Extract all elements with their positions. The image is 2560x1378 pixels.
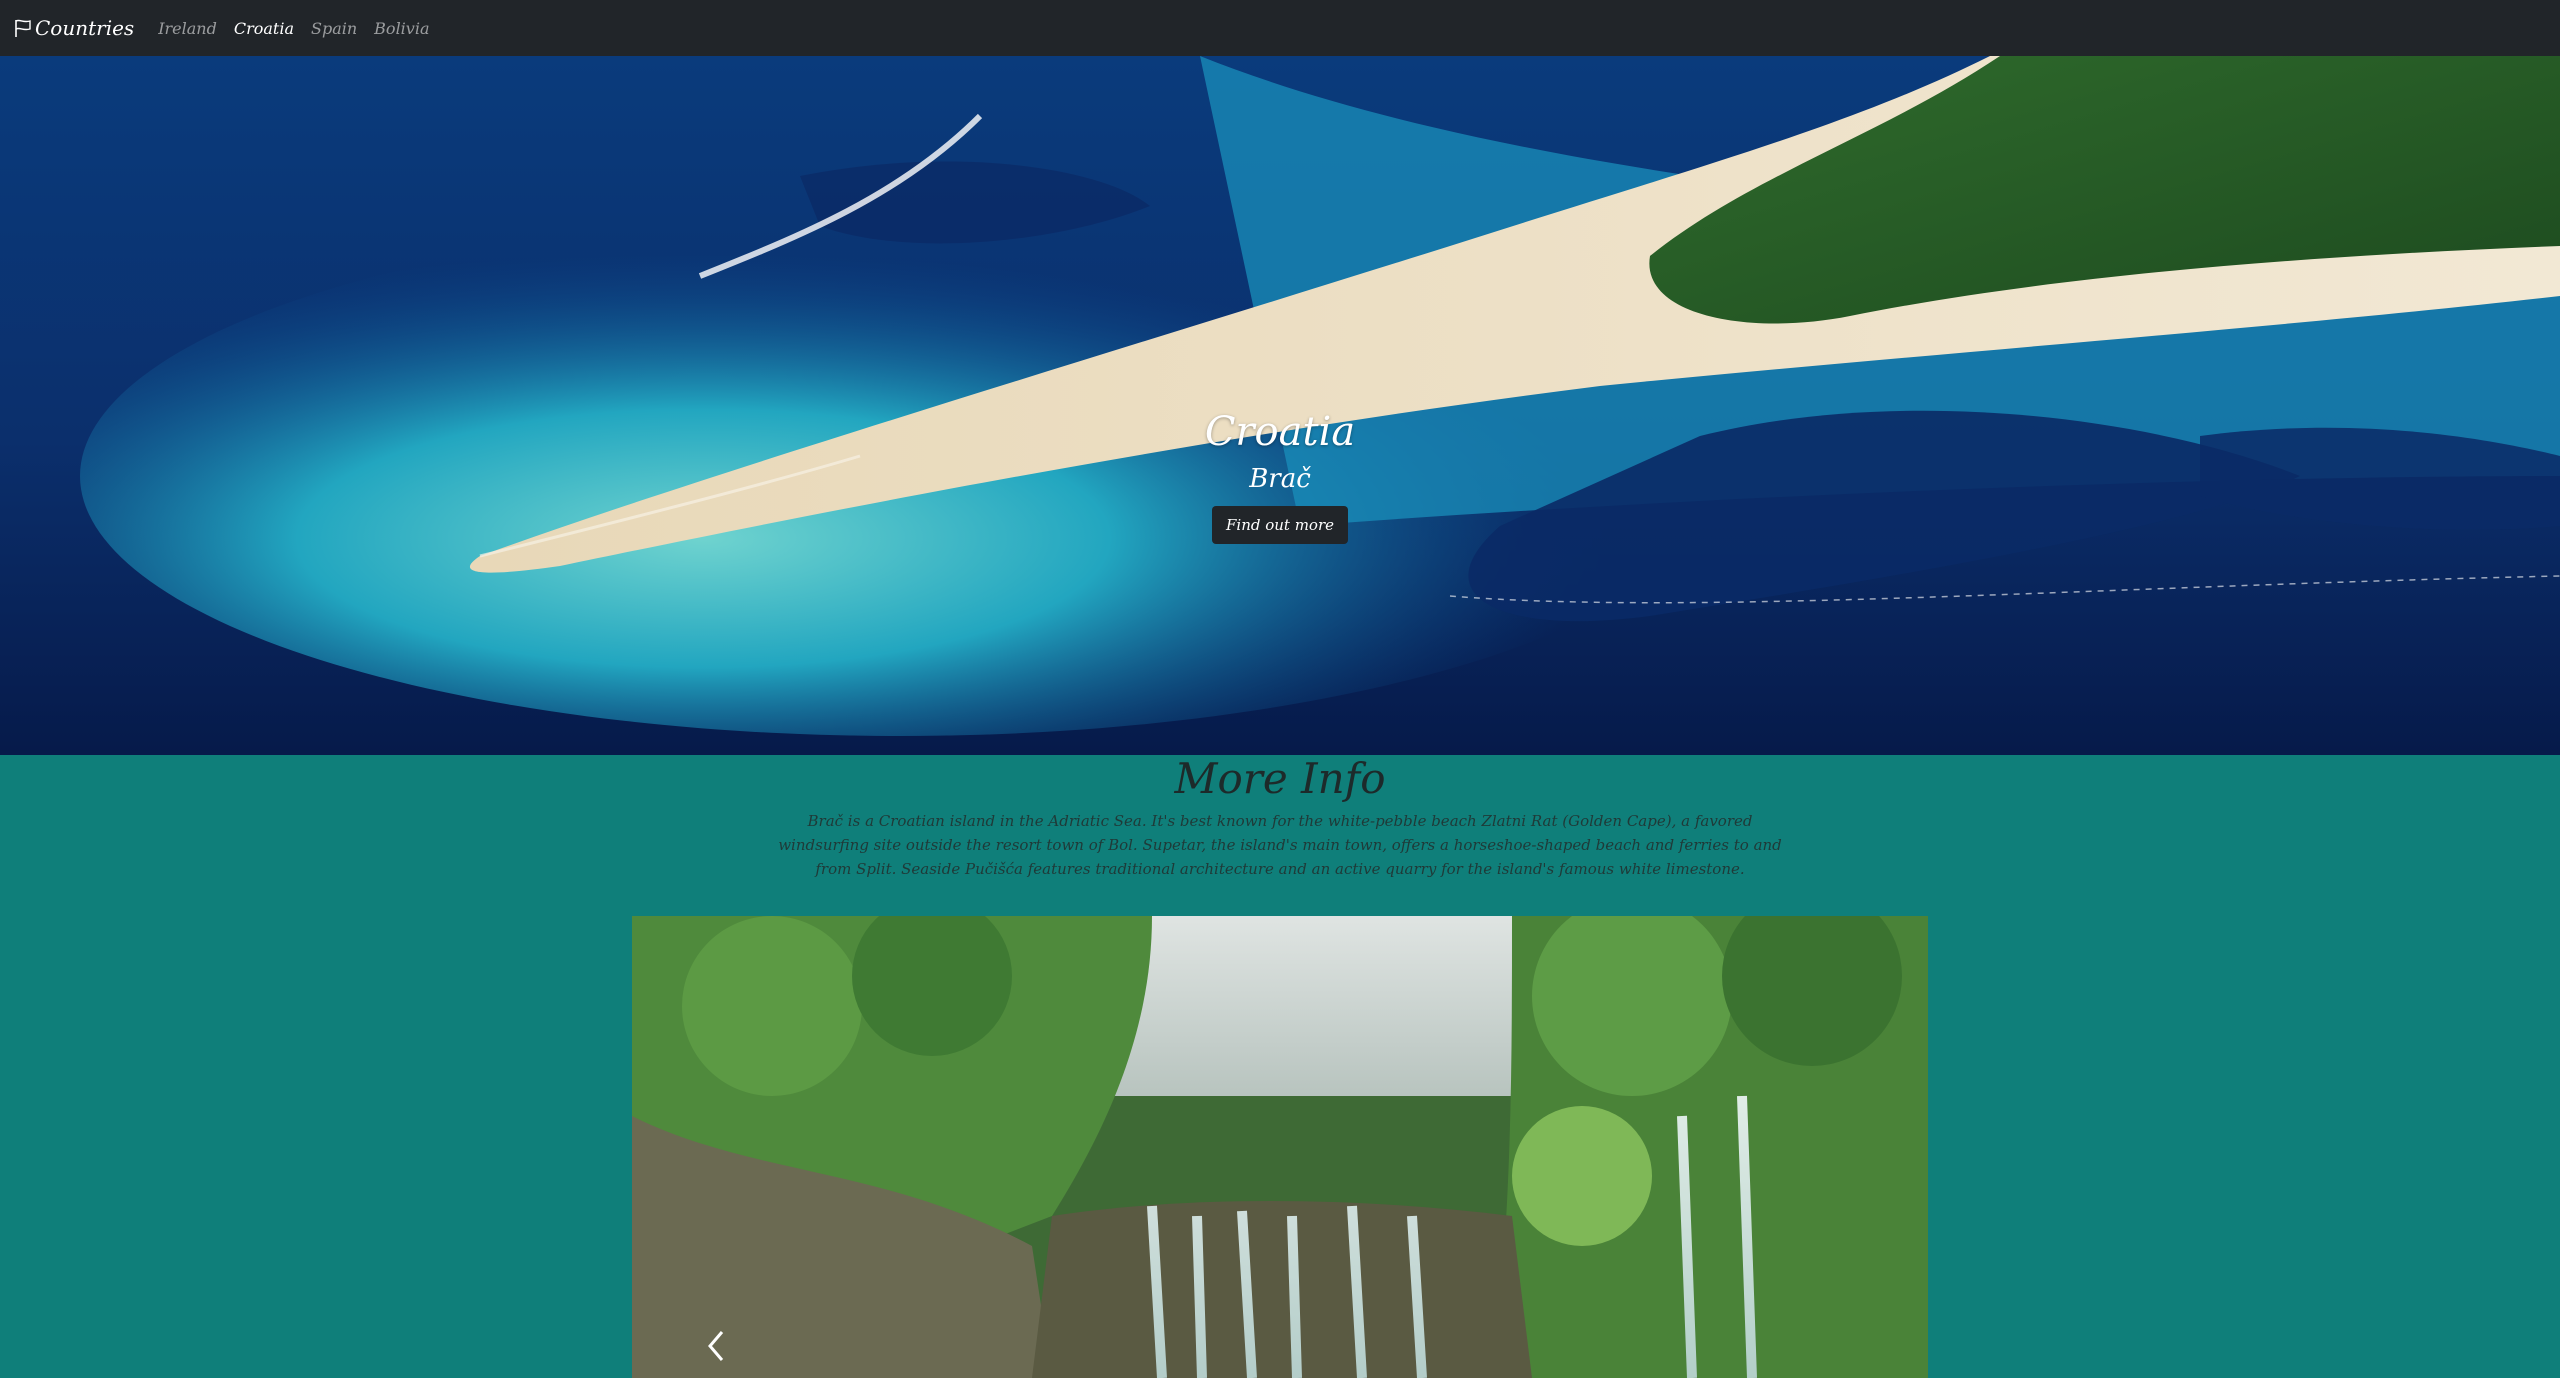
nav-link-bolivia[interactable]: Bolivia: [374, 19, 429, 38]
brand-label: Countries: [35, 16, 135, 40]
nav-link-croatia[interactable]: Croatia: [234, 19, 294, 38]
nav-link-ireland[interactable]: Ireland: [158, 19, 217, 38]
top-navbar: Countries Ireland Croatia Spain Bolivia: [0, 0, 2560, 56]
find-out-more-button[interactable]: Find out more: [1211, 506, 1349, 544]
hero-caption: Croatia Brač Find out more: [0, 408, 2560, 544]
brand-link[interactable]: Countries: [14, 16, 134, 40]
chevron-left-icon: [708, 1331, 724, 1361]
more-info-text: Brač is a Croatian island in the Adriati…: [778, 812, 1782, 878]
flag-icon: [15, 19, 31, 37]
hero-banner: Croatia Brač Find out more: [0, 56, 2560, 755]
hero-title: Croatia: [1204, 409, 1356, 455]
hero-subtitle: Brač: [1249, 464, 1311, 494]
waterfall-image: [632, 916, 1928, 1378]
more-info-heading: More Info: [1174, 754, 1386, 803]
nav-link-spain[interactable]: Spain: [311, 19, 357, 38]
hero-beach-image: [0, 56, 2560, 755]
image-carousel: [632, 916, 1928, 1378]
carousel-prev-button[interactable]: [702, 1326, 732, 1366]
